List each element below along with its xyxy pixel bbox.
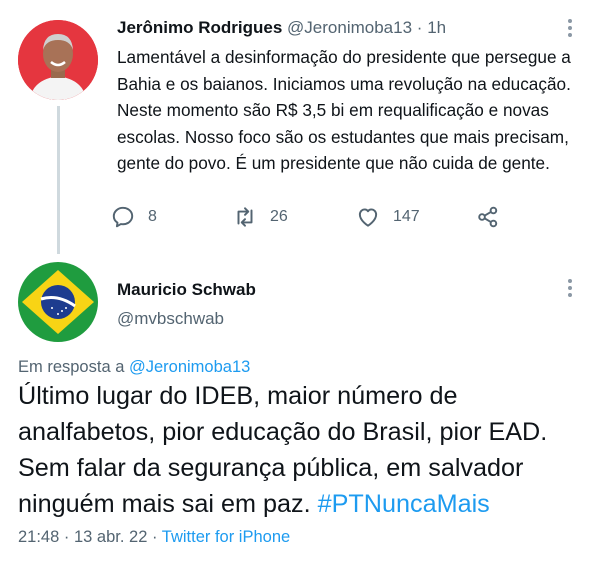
author-handle[interactable]: @Jeronimoba13 [287,18,412,37]
more-icon[interactable] [564,16,576,46]
tweet-original: Jerônimo Rodrigues @Jeronimoba13 · 1h La… [0,0,600,254]
share-icon [478,206,498,228]
reply-button[interactable]: 8 [110,203,157,231]
hashtag-link[interactable]: #PTNuncaMais [318,490,490,518]
separator: · [151,528,158,546]
tweet-time[interactable]: 21:48 [18,528,59,546]
like-button[interactable]: 147 [355,203,420,231]
separator: · [416,18,423,37]
avatar-photo [18,20,98,100]
reply-handle-link[interactable]: @Jeronimoba13 [129,358,250,376]
retweet-count: 26 [270,208,288,225]
author-name[interactable]: Mauricio Schwab [117,280,256,300]
tweet-text: Último lugar do IDEB, maior número de an… [18,378,593,522]
share-button[interactable] [475,203,501,231]
flag-avatar-image [18,262,98,342]
tweet-time[interactable]: 1h [427,18,446,37]
separator: · [63,528,70,546]
reply-count: 8 [148,208,157,225]
author-handle[interactable]: @mvbschwab [117,309,224,329]
retweet-icon [237,207,253,227]
thread-line [57,106,60,254]
reply-context: Em resposta a @Jeronimoba13 [18,358,250,377]
avatar[interactable] [18,20,98,100]
tweet-meta: 21:48 · 13 abr. 22 · Twitter for iPhone [18,528,290,547]
reply-icon [112,206,134,228]
avatar[interactable] [18,262,98,342]
reply-prefix: Em resposta a [18,358,125,376]
tweet-source-link[interactable]: Twitter for iPhone [162,528,290,546]
retweet-button[interactable]: 26 [232,203,288,231]
tweet-date[interactable]: 13 abr. 22 [74,528,147,546]
more-icon[interactable] [564,276,576,306]
heart-icon [358,208,378,227]
author-name[interactable]: Jerônimo Rodrigues [117,18,282,37]
tweet-actions: 8 26 147 [110,203,510,231]
tweet-header: Jerônimo Rodrigues @Jeronimoba13 · 1h [117,18,446,38]
tweet-text: Lamentável a desinformação do presidente… [117,47,571,173]
like-count: 147 [393,208,420,225]
